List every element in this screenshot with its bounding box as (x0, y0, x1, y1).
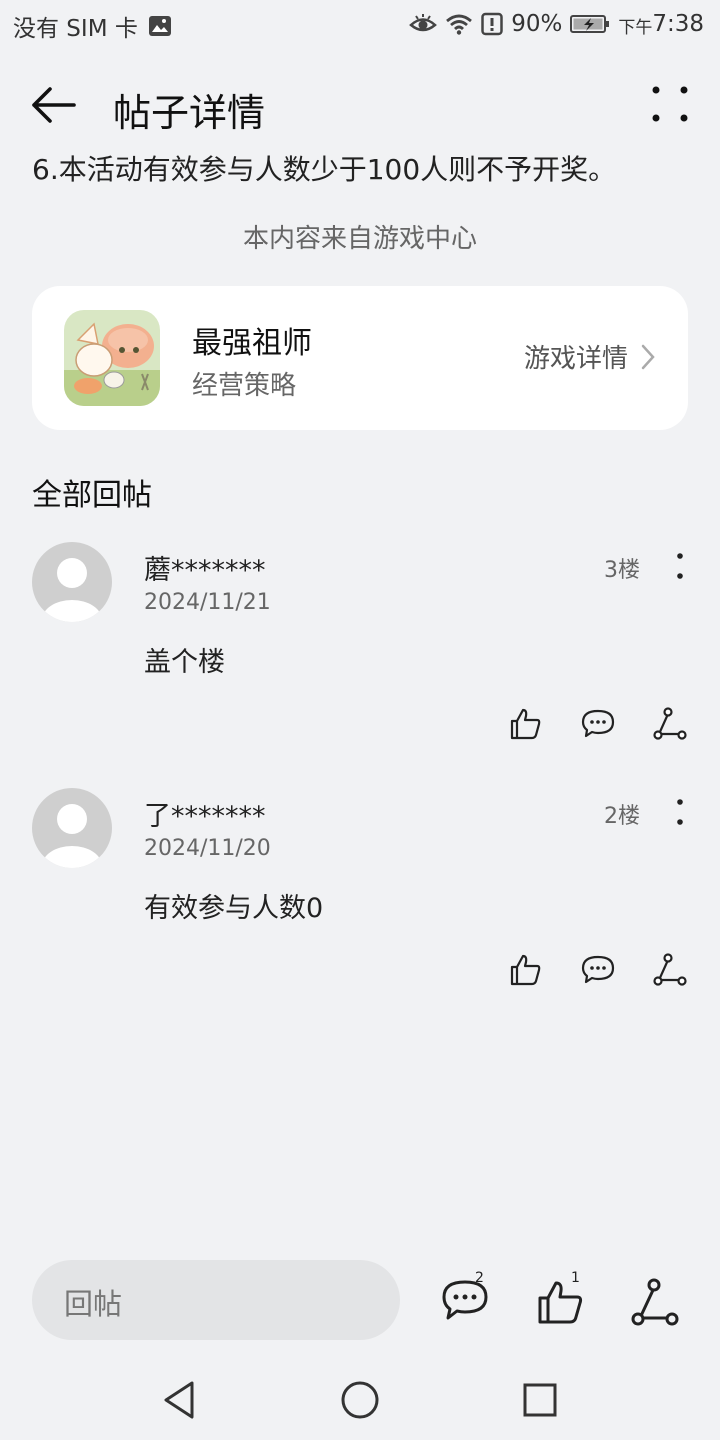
ampm-text: 下午 (618, 18, 653, 38)
eye-icon (409, 13, 438, 31)
avatar[interactable] (32, 542, 112, 622)
reply-floor: 3楼 (604, 558, 640, 583)
reply-username[interactable]: 蘑******* (144, 548, 266, 587)
chat-bubble-icon (581, 955, 615, 984)
like-button[interactable] (508, 706, 544, 742)
reply-date: 2024/11/20 (144, 836, 271, 861)
reply-floor: 2楼 (604, 804, 640, 829)
default-avatar-icon (42, 804, 102, 868)
share-icon (653, 953, 687, 986)
arrow-left-icon (32, 87, 76, 123)
share-button[interactable] (652, 952, 688, 988)
post-content-clipped: 6.本活动有效参与人数少于100人则不予开奖。 (32, 140, 692, 186)
chevron-right-icon (641, 344, 655, 369)
bottom-comment-button[interactable]: 2 (440, 1270, 500, 1330)
reply-date: 2024/11/21 (144, 590, 271, 615)
status-right: 90% 下午 7:38 (409, 9, 704, 38)
reply-input-placeholder: 回帖 (64, 1287, 123, 1321)
back-button[interactable] (28, 80, 84, 130)
avatar[interactable] (32, 788, 112, 868)
more-options-button[interactable] (650, 84, 690, 124)
post-last-line: 6.本活动有效参与人数少于100人则不予开奖。 (32, 153, 617, 186)
comment-button[interactable] (580, 952, 616, 988)
game-detail-link[interactable]: 游戏详情 (524, 338, 656, 375)
share-icon (631, 1278, 679, 1326)
comment-count-badge: 2 (475, 1270, 484, 1286)
game-name: 最强祖师 (192, 326, 312, 361)
nav-recents-button[interactable] (518, 1378, 562, 1422)
game-card[interactable]: 最强祖师 经营策略 游戏详情 (32, 286, 688, 430)
like-count-badge: 1 (571, 1270, 580, 1286)
share-button[interactable] (652, 706, 688, 742)
replies-section-title: 全部回帖 (32, 478, 152, 513)
reply-content: 有效参与人数0 (144, 893, 324, 924)
game-icon-image (64, 310, 160, 406)
wifi-icon (446, 14, 473, 35)
like-button[interactable] (508, 952, 544, 988)
bottom-like-button[interactable]: 1 (536, 1270, 596, 1330)
reply-username[interactable]: 了******* (144, 794, 266, 833)
game-genre: 经营策略 (192, 371, 297, 401)
app-bar: 帖子详情 (0, 60, 720, 150)
alert-battery-icon (481, 12, 503, 35)
reply-content: 盖个楼 (144, 647, 225, 678)
chat-bubble-icon (581, 709, 615, 738)
status-left: 没有 SIM 卡 (13, 9, 172, 43)
reply-actions (508, 952, 688, 988)
battery-percent: 90% (511, 10, 563, 37)
vertical-dots-icon (677, 553, 683, 579)
reply-actions (508, 706, 688, 742)
game-detail-label: 游戏详情 (523, 344, 628, 374)
status-bar: 没有 SIM 卡 90% 下午 7:38 (0, 0, 720, 52)
comment-button[interactable] (580, 706, 616, 742)
source-note: 本内容来自游戏中心 (242, 224, 477, 254)
reply-input[interactable]: 回帖 (32, 1260, 400, 1340)
reply-more-button[interactable] (670, 548, 690, 584)
nav-home-button[interactable] (338, 1378, 382, 1422)
reply-item: 了******* 2024/11/20 2楼 有效参与人数0 (0, 788, 720, 1018)
nav-back-button[interactable] (158, 1378, 202, 1422)
page-title: 帖子详情 (113, 91, 266, 135)
reply-more-button[interactable] (670, 794, 690, 830)
thumbs-up-icon (510, 954, 541, 986)
system-nav-bar (0, 1358, 720, 1440)
default-avatar-icon (42, 558, 102, 622)
bottom-share-button[interactable] (630, 1270, 690, 1330)
thumbs-up-icon (510, 708, 541, 740)
grid-dots-icon (652, 86, 688, 122)
share-icon (653, 707, 687, 740)
square-recents-icon (523, 1383, 557, 1417)
battery-charging-icon (570, 14, 610, 33)
image-icon (148, 16, 171, 36)
triangle-back-icon (164, 1381, 194, 1419)
clock-text: 7:38 (652, 10, 704, 37)
reply-item: 蘑******* 2024/11/21 3楼 盖个楼 (0, 542, 720, 772)
vertical-dots-icon (677, 799, 683, 825)
carrier-text: 没有 SIM 卡 (13, 16, 138, 42)
circle-home-icon (341, 1381, 379, 1419)
